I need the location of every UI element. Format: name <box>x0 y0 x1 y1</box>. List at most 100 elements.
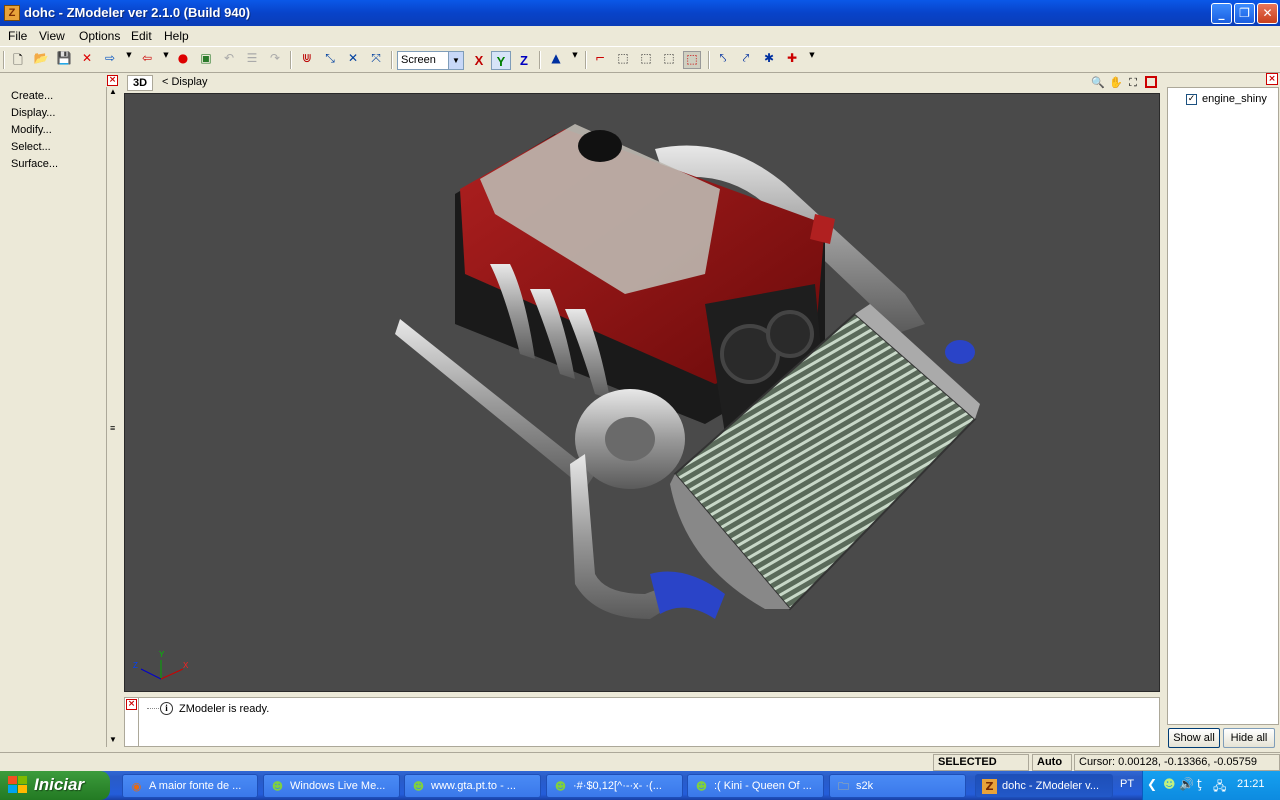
panel-scrollbar[interactable]: ▲ ≡ ▼ <box>106 87 118 747</box>
select-filter-icon[interactable]: ✚ <box>783 51 801 69</box>
close-icon[interactable]: × <box>126 699 137 710</box>
axis-move-icon[interactable]: ⤡ <box>321 51 339 69</box>
menu-view[interactable]: View <box>39 29 65 43</box>
title-bar: Z dohc - ZModeler ver 2.1.0 (Build 940) … <box>0 0 1280 26</box>
language-indicator[interactable]: PT <box>1120 778 1134 790</box>
taskbar-item[interactable]: ☻ :( Kini - Queen Of ... <box>687 774 824 798</box>
messenger-tray-icon[interactable]: ☻ <box>1163 777 1176 791</box>
fit-view-icon[interactable]: ⛶ <box>1125 75 1141 91</box>
breadcrumb[interactable]: < Display <box>162 76 208 88</box>
command-surface[interactable]: Surface... <box>11 158 58 170</box>
axis-y-toggle[interactable]: Y <box>491 51 511 70</box>
import-dropdown-icon[interactable]: ▼ <box>120 51 138 69</box>
tray-app-icon[interactable]: ţ <box>1197 777 1202 791</box>
new-file-icon[interactable]: 🗋 <box>9 51 27 69</box>
pivot-dropdown-icon[interactable]: ▼ <box>566 51 584 69</box>
taskbar-item[interactable]: ☻ ·#·$0,12[^·-·x- ·(... <box>546 774 683 798</box>
taskbar: Iniciar ◉ A maior fonte de ... ☻ Windows… <box>0 771 1280 800</box>
status-bar: SELECTED MODE Auto Cursor: 0.00128, -0.1… <box>0 752 1280 783</box>
viewport-header: 3D < Display 🔍 ✋ ⛶ <box>124 73 1160 93</box>
magnet-icon[interactable]: ⋓ <box>298 51 316 69</box>
axis-scale-icon[interactable]: ⤧ <box>367 51 385 69</box>
vertex-mode-icon[interactable]: ⌐ <box>591 51 609 69</box>
toolbar-grip <box>3 51 5 69</box>
select-area-icon[interactable]: ⤤ <box>737 51 755 69</box>
axis-rotate-icon[interactable]: ✕ <box>344 51 362 69</box>
firefox-icon: ◉ <box>131 780 142 793</box>
maximize-viewport-icon[interactable] <box>1145 76 1157 88</box>
chevron-down-icon[interactable]: ▼ <box>448 52 463 69</box>
clock[interactable]: 21:21 <box>1237 778 1265 790</box>
objects-panel: × ✓ engine_shiny Show all Hide all <box>1163 73 1280 750</box>
select-walk-icon[interactable]: ✱ <box>760 51 778 69</box>
face-mode-icon[interactable]: ⬚ <box>637 51 655 69</box>
minimize-button[interactable]: _ <box>1211 3 1232 24</box>
history-icon[interactable]: ☰ <box>243 51 261 69</box>
info-icon: i <box>160 702 173 715</box>
surface-mode-icon[interactable]: ⬚ <box>660 51 678 69</box>
import-icon[interactable]: ⇨ <box>101 51 119 69</box>
select-tool-icon[interactable]: ⤣ <box>714 51 732 69</box>
zmodeler-app-icon[interactable]: Z <box>4 5 20 21</box>
network-icon[interactable]: 🖧 <box>1213 777 1226 798</box>
status-snap[interactable]: Auto <box>1032 754 1072 771</box>
texture-icon[interactable]: ▣ <box>197 51 215 69</box>
start-button[interactable]: Iniciar <box>0 771 110 800</box>
redo-icon[interactable]: ↷ <box>266 51 284 69</box>
log-message: ZModeler is ready. <box>179 703 270 715</box>
edge-mode-icon[interactable]: ⬚ <box>614 51 632 69</box>
axis-z-toggle[interactable]: Z <box>514 51 534 70</box>
close-icon[interactable]: × <box>1266 73 1278 85</box>
close-icon[interactable]: × <box>107 75 118 86</box>
log-tree-line <box>147 708 159 709</box>
scroll-up-icon[interactable]: ▲ <box>109 87 117 96</box>
command-create[interactable]: Create... <box>11 90 53 102</box>
maximize-button[interactable]: ❐ <box>1234 3 1255 24</box>
taskbar-item[interactable]: ☻ Windows Live Me... <box>263 774 400 798</box>
command-display[interactable]: Display... <box>11 107 55 119</box>
close-button[interactable]: ✕ <box>1257 3 1278 24</box>
open-folder-icon[interactable]: 📂 <box>32 51 50 69</box>
scroll-down-icon[interactable]: ▼ <box>109 735 117 744</box>
taskbar-item[interactable]: 🗀 s2k <box>829 774 966 798</box>
menu-options[interactable]: Options <box>79 29 120 43</box>
select-dropdown-icon[interactable]: ▼ <box>803 51 821 69</box>
command-modify[interactable]: Modify... <box>11 124 52 136</box>
volume-icon[interactable]: 🔊 <box>1179 777 1194 791</box>
zoom-icon[interactable]: 🔍 <box>1090 75 1106 91</box>
object-mode-icon[interactable]: ⬚ <box>683 51 701 69</box>
viewport-mode-tab[interactable]: 3D <box>127 75 153 91</box>
menu-help[interactable]: Help <box>164 29 189 43</box>
menu-edit[interactable]: Edit <box>131 29 152 43</box>
save-icon[interactable]: 💾 <box>55 51 73 69</box>
pivot-icon[interactable]: ▲ <box>547 51 565 69</box>
objects-list: ✓ engine_shiny <box>1167 87 1279 725</box>
hide-all-button[interactable]: Hide all <box>1223 728 1275 748</box>
pan-hand-icon[interactable]: ✋ <box>1108 75 1124 91</box>
engine-model-render[interactable] <box>125 94 1160 692</box>
render-icon[interactable]: ● <box>174 51 192 69</box>
status-mode[interactable]: SELECTED MODE <box>933 754 1029 783</box>
axis-x-toggle[interactable]: X <box>469 51 489 70</box>
command-select[interactable]: Select... <box>11 141 51 153</box>
3d-viewport[interactable]: Z Y X <box>124 93 1160 692</box>
menu-file[interactable]: File <box>8 29 27 43</box>
undo-icon[interactable]: ↶ <box>220 51 238 69</box>
start-label: Iniciar <box>34 775 85 794</box>
object-visible-checkbox[interactable]: ✓ <box>1186 94 1197 105</box>
coordinate-space-select[interactable]: Screen ▼ <box>397 51 464 70</box>
toolbar-separator <box>708 51 710 69</box>
grip-icon[interactable]: ≡ <box>110 423 115 433</box>
object-name[interactable]: engine_shiny <box>1202 93 1267 105</box>
delete-icon[interactable]: ✕ <box>78 51 96 69</box>
export-icon[interactable]: ⇦ <box>138 51 156 69</box>
log-panel: × i ZModeler is ready. <box>124 697 1160 747</box>
status-empty <box>0 754 930 771</box>
taskbar-item[interactable]: ☻ www.gta.pt.to - ... <box>404 774 541 798</box>
window-title: dohc - ZModeler ver 2.1.0 (Build 940) <box>24 5 251 20</box>
chevron-left-icon[interactable]: ❮ <box>1147 777 1157 791</box>
export-dropdown-icon[interactable]: ▼ <box>157 51 175 69</box>
taskbar-item-active[interactable]: Z dohc - ZModeler v... <box>975 774 1113 798</box>
show-all-button[interactable]: Show all <box>1168 728 1220 748</box>
taskbar-item[interactable]: ◉ A maior fonte de ... <box>122 774 258 798</box>
